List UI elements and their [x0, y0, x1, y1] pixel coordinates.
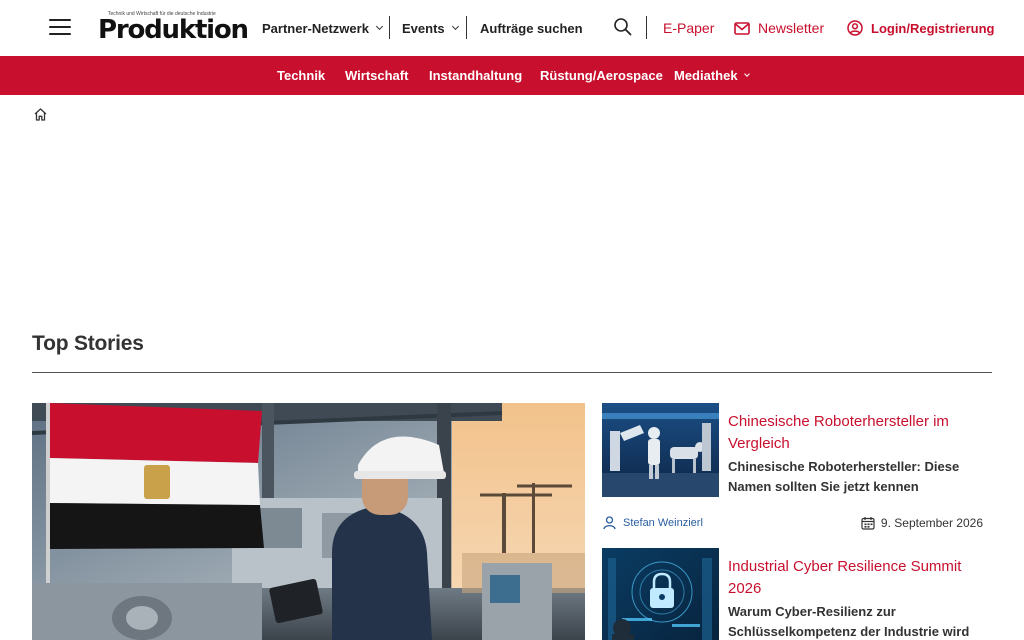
nav-auftraege-suchen[interactable]: Aufträge suchen	[480, 0, 583, 56]
chevron-down-icon	[375, 22, 383, 31]
person-icon	[603, 516, 616, 530]
story-thumbnail[interactable]	[602, 548, 719, 640]
section-heading: Top Stories	[32, 332, 144, 355]
story-title[interactable]: Chinesische Roboterhersteller im Verglei…	[728, 411, 984, 455]
nav-divider	[466, 16, 467, 39]
main-nav-wirtschaft[interactable]: Wirtschaft	[345, 56, 408, 95]
hero-story-image[interactable]	[32, 403, 585, 640]
home-icon[interactable]	[33, 107, 48, 122]
chevron-down-icon	[451, 22, 459, 31]
story-title[interactable]: Industrial Cyber Resilience Summit 2026	[728, 556, 984, 600]
envelope-icon	[734, 21, 750, 35]
story-date: 9. September 2026	[861, 514, 983, 532]
login-label: Login/Registrierung	[871, 20, 995, 36]
nav-divider	[389, 16, 390, 39]
logo-wordmark: Produktion	[98, 15, 249, 45]
main-nav-instandhaltung[interactable]: Instandhaltung	[429, 56, 522, 95]
nav-events[interactable]: Events	[402, 0, 459, 56]
search-icon[interactable]	[613, 17, 633, 37]
main-nav-label: Wirtschaft	[345, 68, 409, 83]
newsletter-link[interactable]: Newsletter	[734, 0, 824, 56]
nav-auftraege-suchen-label: Aufträge suchen	[480, 20, 583, 36]
date-text: 9. September 2026	[880, 516, 983, 530]
header-divider	[646, 16, 647, 39]
main-nav-label: Technik	[277, 68, 326, 83]
main-nav-label: Rüstung/Aerospace	[540, 68, 663, 83]
site-logo[interactable]: Technik und Wirtschaft für die deutsche …	[98, 10, 249, 46]
newsletter-label: Newsletter	[758, 20, 825, 36]
story-subtitle[interactable]: Warum Cyber-Resilienz zur Schlüsselkompe…	[728, 602, 984, 640]
main-nav-label: Mediathek	[674, 68, 738, 83]
story-subtitle[interactable]: Chinesische Roboterhersteller: Diese Nam…	[728, 457, 984, 497]
author-name: Stefan Weinzierl	[623, 517, 703, 529]
nav-partner-netzwerk[interactable]: Partner-Netzwerk	[262, 0, 383, 56]
section-divider	[32, 372, 992, 373]
epaper-link[interactable]: E-Paper	[663, 0, 714, 56]
chevron-down-icon	[743, 71, 750, 77]
calendar-icon	[861, 517, 875, 530]
site-header: Technik und Wirtschaft für die deutsche …	[0, 0, 1024, 56]
main-nav-mediathek[interactable]: Mediathek	[674, 56, 750, 95]
main-nav-label: Instandhaltung	[429, 68, 523, 83]
story-author[interactable]: Stefan Weinzierl	[603, 514, 703, 532]
login-link[interactable]: Login/Registrierung	[847, 0, 995, 56]
nav-partner-netzwerk-label: Partner-Netzwerk	[262, 20, 369, 36]
main-nav-technik[interactable]: Technik	[277, 56, 325, 95]
nav-events-label: Events	[402, 20, 445, 36]
main-nav-ruestung-aerospace[interactable]: Rüstung/Aerospace	[540, 56, 663, 95]
epaper-label: E-Paper	[663, 20, 715, 36]
hamburger-menu-icon[interactable]	[49, 18, 71, 36]
main-navigation: Technik Wirtschaft Instandhaltung Rüstun…	[0, 56, 1024, 95]
story-thumbnail[interactable]	[602, 403, 719, 497]
user-circle-icon	[847, 20, 863, 36]
